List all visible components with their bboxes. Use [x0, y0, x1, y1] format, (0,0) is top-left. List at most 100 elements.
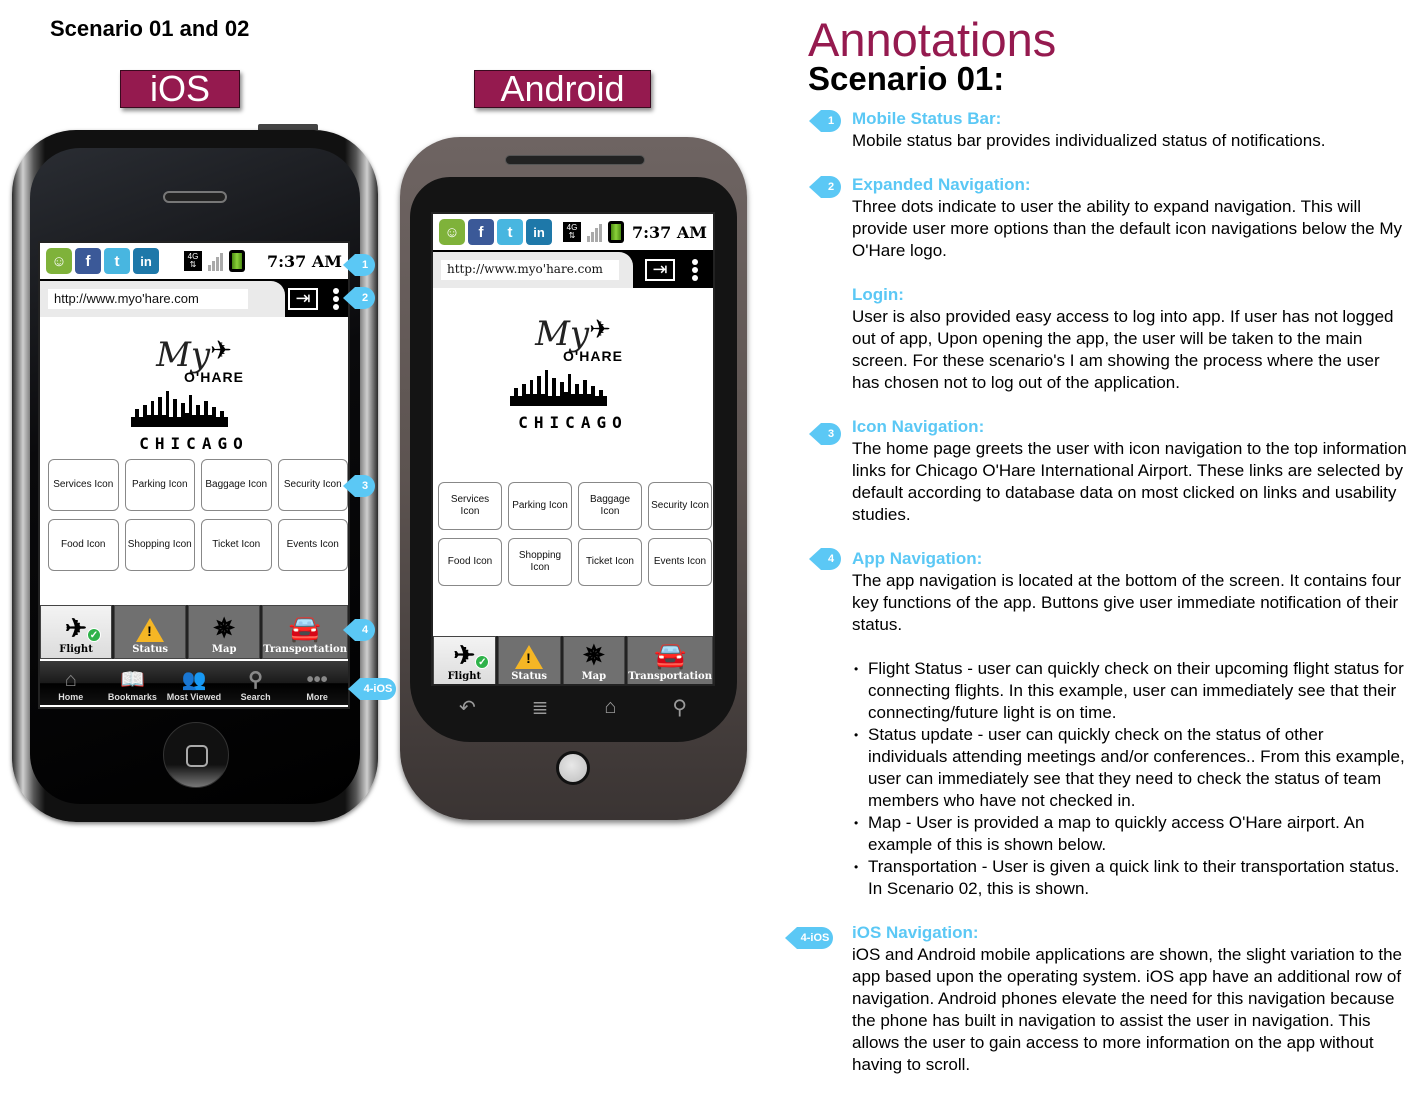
logo-ohare-text: O'HARE: [563, 348, 623, 364]
warning-icon: !: [515, 645, 544, 669]
airplane-icon: ✈: [210, 335, 232, 365]
book-icon: 📖: [119, 669, 145, 691]
tile-ticket[interactable]: Ticket Icon: [201, 519, 272, 571]
linkedin-icon: in: [526, 219, 552, 245]
tile-events[interactable]: Events Icon: [648, 538, 712, 586]
app-nav-flight[interactable]: ✈ ✓ Flight: [433, 636, 496, 684]
go-arrow-icon[interactable]: ⇥: [645, 259, 675, 281]
tile-security[interactable]: Security Icon: [277, 459, 348, 511]
annotation-mobile-status-bar: Mobile Status Bar: Mobile status bar pro…: [852, 108, 1407, 152]
check-icon: ✓: [475, 655, 490, 669]
app-nav-flight[interactable]: ✈ ✓ Flight: [40, 605, 113, 659]
annotation-heading: Icon Navigation:: [852, 417, 985, 436]
logo-chicago-text: CHICAGO: [518, 413, 628, 432]
tile-services[interactable]: Services Icon: [48, 459, 119, 511]
battery-icon: [229, 250, 245, 272]
warning-icon: !: [136, 618, 165, 642]
clock: 7:37 AM: [267, 251, 342, 271]
tile-food[interactable]: Food Icon: [438, 538, 502, 586]
tile-parking[interactable]: Parking Icon: [508, 482, 572, 530]
facebook-icon: f: [75, 248, 101, 274]
back-icon[interactable]: ↶: [459, 695, 476, 720]
ios-tabbar: ⌂ Home 📖 Bookmarks 👥 Most Viewed ⚲ Search ••…: [40, 661, 348, 705]
tile-food[interactable]: Food Icon: [48, 519, 119, 571]
clock: 7:37 AM: [632, 222, 707, 242]
annotation-ios-navigation: iOS Navigation: iOS and Android mobile a…: [852, 922, 1407, 1076]
home-icon[interactable]: ⌂: [604, 696, 616, 719]
callout-4-ios: 4-iOS: [348, 678, 396, 700]
signal-icon: [587, 222, 602, 242]
logo-chicago-text: CHICAGO: [139, 434, 249, 453]
battery-icon: [608, 221, 624, 243]
tile-services[interactable]: Services Icon: [438, 482, 502, 530]
message-icon: ☺: [46, 248, 72, 274]
facebook-icon: f: [468, 219, 494, 245]
app-nav-map[interactable]: ✵ Map: [562, 636, 626, 684]
ios-tab-home[interactable]: ⌂ Home: [40, 661, 102, 705]
annotation-heading: App Navigation:: [852, 549, 983, 568]
annotation-icon-navigation: Icon Navigation: The home page greets th…: [852, 416, 1407, 526]
annotations-subtitle: Scenario 01:: [808, 60, 1005, 97]
4g-icon: 4G ⇅: [563, 222, 581, 242]
linkedin-icon: in: [133, 248, 159, 274]
bullet-status-update: Status update - user can quickly check o…: [828, 724, 1407, 812]
people-icon: 👥: [181, 669, 207, 691]
annotation-text: iOS and Android mobile applications are …: [852, 945, 1402, 1074]
annotation-badge-3: 3: [809, 423, 841, 445]
tile-ticket[interactable]: Ticket Icon: [578, 538, 642, 586]
check-icon: ✓: [86, 628, 101, 642]
menu-icon[interactable]: ≣: [532, 695, 549, 720]
app-nav-map[interactable]: ✵ Map: [188, 605, 261, 659]
home-icon: ⌂: [64, 669, 77, 691]
android-label: Android: [474, 70, 651, 108]
ios-tab-most-viewed[interactable]: 👥 Most Viewed: [163, 661, 225, 705]
search-icon: ⚲: [248, 669, 263, 691]
app-nav: ✈ ✓ Flight ! Status ✵ Map 🚘 Transportation: [40, 605, 348, 659]
twitter-icon: t: [104, 248, 130, 274]
app-nav-status[interactable]: ! Status: [497, 636, 561, 684]
bullet-map: Map - User is provided a map to quickly …: [828, 812, 1407, 856]
url-bar: http://www.myo'hare.com ⇥: [433, 252, 713, 288]
annotation-badge-4: 4: [809, 548, 841, 570]
annotation-text: The home page greets the user with icon …: [852, 439, 1407, 524]
annotation-badge-1: 1: [809, 110, 841, 132]
tile-shopping[interactable]: Shopping Icon: [124, 519, 195, 571]
more-dots-icon[interactable]: [691, 257, 699, 283]
ios-tab-search[interactable]: ⚲ Search: [225, 661, 287, 705]
app-nav-transportation[interactable]: 🚘 Transportation: [627, 636, 713, 684]
android-trackball[interactable]: [556, 751, 590, 785]
4g-icon: 4G ⇅: [184, 251, 202, 271]
app-nav-status[interactable]: ! Status: [114, 605, 187, 659]
my-ohare-logo: My✈ O'HARE CHICAGO: [40, 335, 348, 453]
app-nav: ✈ ✓ Flight ! Status ✵ Map 🚘 Transportation: [433, 636, 713, 684]
tile-baggage[interactable]: Baggage Icon: [201, 459, 272, 511]
tile-baggage[interactable]: Baggage Icon: [578, 482, 642, 530]
annotation-heading: iOS Navigation:: [852, 923, 979, 942]
message-icon: ☺: [439, 219, 465, 245]
annotation-app-navigation: App Navigation: The app navigation is lo…: [852, 548, 1407, 900]
annotation-heading: Login:: [852, 285, 904, 304]
more-dots-icon[interactable]: [332, 286, 340, 312]
app-nav-bullets: Flight Status - user can quickly check o…: [828, 658, 1407, 900]
tile-events[interactable]: Events Icon: [277, 519, 348, 571]
skyline-icon: [131, 391, 228, 427]
android-screen: ☺ f t in 4G ⇅ 7:37 AM http://www.myo'hare…: [431, 212, 715, 686]
go-arrow-icon[interactable]: ⇥: [288, 288, 318, 310]
tile-parking[interactable]: Parking Icon: [124, 459, 195, 511]
annotation-heading: Expanded Navigation:: [852, 175, 1031, 194]
logo-ohare-text: O'HARE: [184, 369, 244, 385]
app-nav-transportation[interactable]: 🚘 Transportation: [262, 605, 348, 659]
iphone-home-button[interactable]: [163, 722, 229, 788]
url-input[interactable]: http://www.myo'hare.com: [441, 260, 619, 280]
search-icon[interactable]: ⚲: [672, 695, 687, 720]
tile-shopping[interactable]: Shopping Icon: [508, 538, 572, 586]
url-input[interactable]: http://www.myo'hare.com: [48, 289, 248, 309]
car-icon: 🚘: [653, 641, 687, 671]
annotation-heading: Mobile Status Bar:: [852, 109, 1002, 128]
ios-tab-bookmarks[interactable]: 📖 Bookmarks: [102, 661, 164, 705]
more-dots-icon: •••: [306, 669, 328, 691]
annotation-badge-2: 2: [809, 176, 841, 198]
airplane-icon: ✈ ✓: [65, 614, 101, 644]
tile-security[interactable]: Security Icon: [648, 482, 712, 530]
ios-tab-more[interactable]: ••• More: [286, 661, 348, 705]
